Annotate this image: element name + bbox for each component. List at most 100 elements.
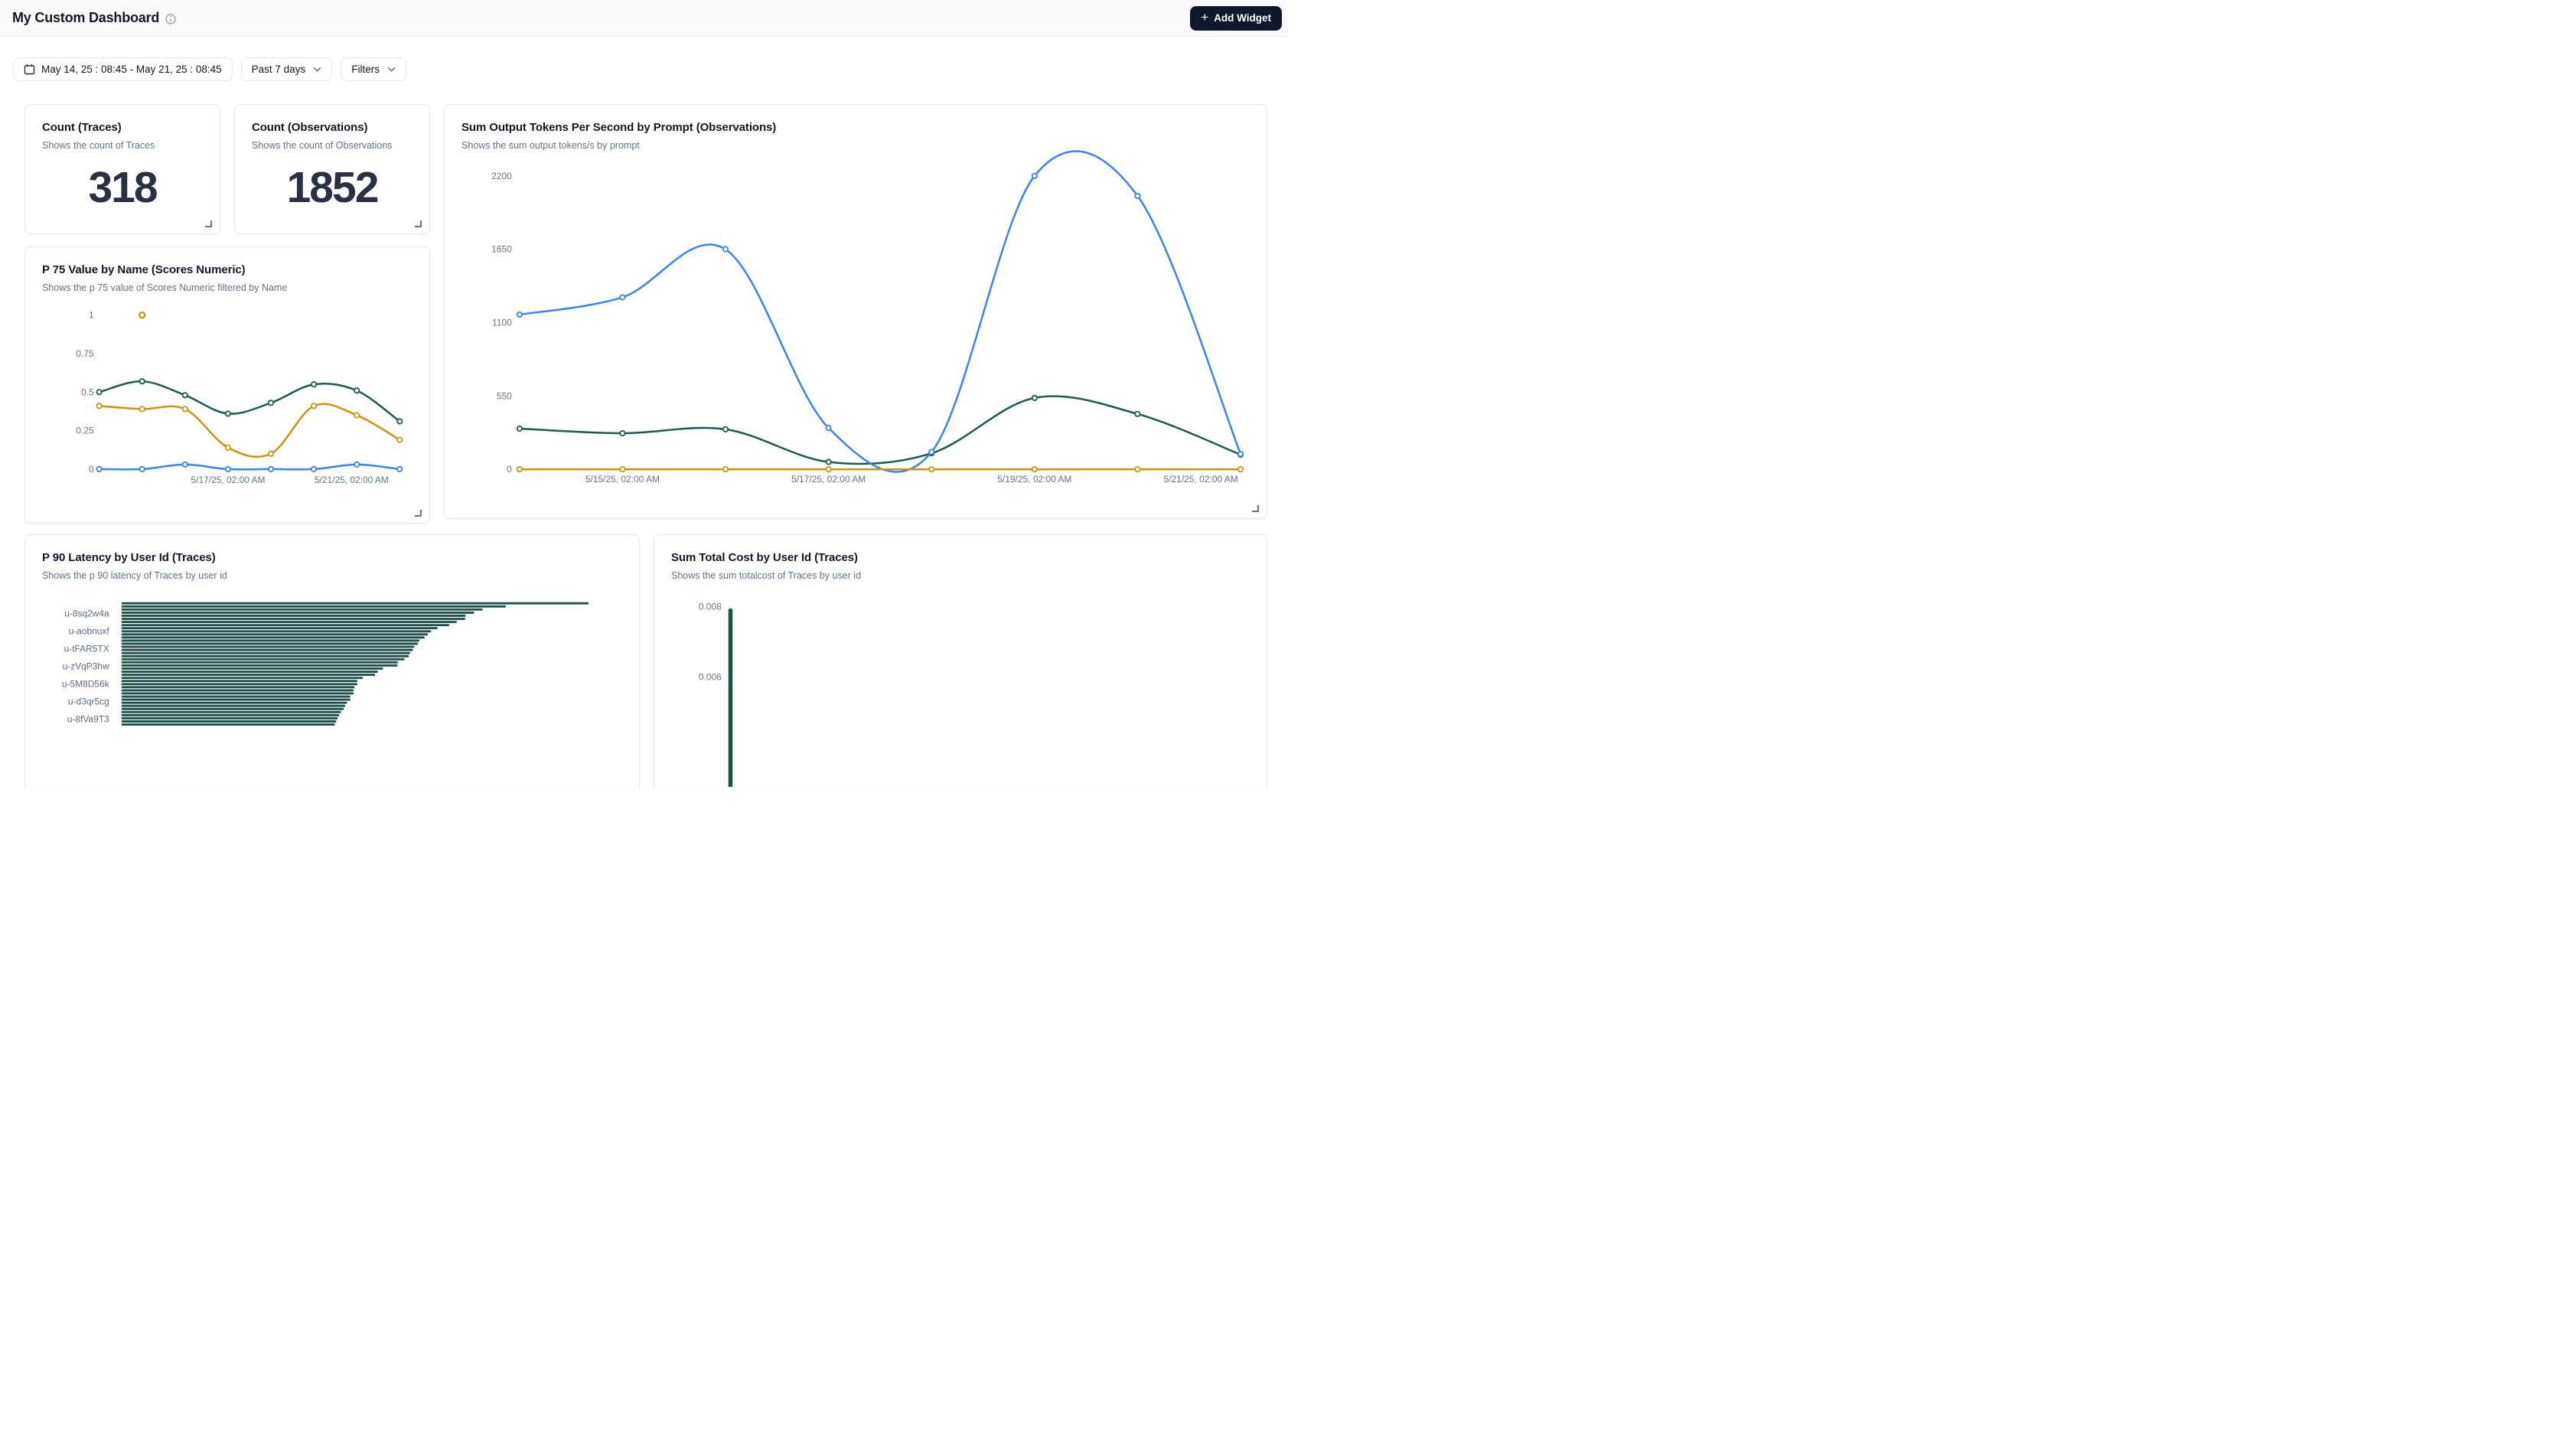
data-point-orange[interactable]: [354, 413, 359, 417]
data-point-blue[interactable]: [354, 462, 359, 467]
data-point-blue[interactable]: [826, 426, 830, 430]
latency-bar[interactable]: [122, 636, 425, 638]
p90-bar-chart[interactable]: u-8sq2w4au-aobnuxfu-tFAR5TXu-zVqP3hwu-5M…: [25, 535, 639, 787]
latency-bar[interactable]: [122, 646, 415, 648]
data-point-orange[interactable]: [620, 467, 624, 472]
data-point-blue[interactable]: [140, 467, 145, 472]
data-point-green[interactable]: [1135, 412, 1140, 416]
latency-bar[interactable]: [122, 664, 398, 667]
outlier-data-point-orange[interactable]: [139, 312, 145, 318]
data-point-green[interactable]: [354, 388, 359, 393]
latency-bar[interactable]: [122, 708, 344, 710]
data-point-green[interactable]: [620, 431, 624, 436]
resize-handle[interactable]: [1252, 505, 1259, 512]
latency-bar[interactable]: [122, 696, 351, 698]
data-point-orange[interactable]: [397, 437, 402, 442]
data-point-green[interactable]: [517, 426, 522, 431]
data-point-orange[interactable]: [929, 467, 934, 472]
data-point-green[interactable]: [311, 382, 316, 387]
cost-bar[interactable]: [729, 609, 732, 787]
latency-bar[interactable]: [122, 658, 405, 661]
data-point-green[interactable]: [723, 427, 728, 432]
data-point-orange[interactable]: [269, 452, 273, 456]
latency-bar[interactable]: [122, 671, 378, 673]
data-point-orange[interactable]: [517, 467, 522, 472]
data-point-orange[interactable]: [183, 406, 187, 411]
cost-bar-chart[interactable]: 0.0080.006: [654, 535, 1267, 787]
data-point-orange[interactable]: [826, 467, 830, 472]
latency-bar[interactable]: [122, 639, 420, 641]
data-point-orange[interactable]: [1032, 467, 1037, 472]
data-point-orange[interactable]: [723, 467, 728, 472]
data-point-blue[interactable]: [929, 449, 934, 454]
latency-bar[interactable]: [122, 624, 450, 626]
latency-bar[interactable]: [122, 714, 339, 716]
latency-bar[interactable]: [122, 723, 335, 726]
data-point-blue[interactable]: [183, 462, 187, 467]
data-point-blue[interactable]: [96, 467, 101, 472]
data-point-orange[interactable]: [226, 445, 230, 450]
y-axis-tick-label: 0.5: [81, 387, 94, 397]
latency-bar[interactable]: [122, 649, 413, 651]
data-point-orange[interactable]: [96, 403, 101, 408]
latency-bar[interactable]: [122, 699, 351, 701]
data-point-orange[interactable]: [1135, 467, 1140, 472]
latency-bar[interactable]: [122, 655, 409, 658]
latency-bar[interactable]: [122, 702, 347, 704]
data-point-blue[interactable]: [1135, 194, 1140, 198]
latency-bar[interactable]: [122, 705, 345, 707]
data-point-orange[interactable]: [1238, 467, 1243, 472]
data-point-orange[interactable]: [311, 403, 316, 408]
latency-bar[interactable]: [122, 711, 341, 713]
data-point-green[interactable]: [1032, 396, 1037, 400]
data-point-green[interactable]: [826, 459, 830, 464]
data-point-blue[interactable]: [311, 467, 316, 472]
resize-handle[interactable]: [415, 220, 422, 227]
p75-line-chart[interactable]: 00.250.50.7515/17/25, 02:00 AM5/21/25, 0…: [25, 247, 429, 524]
latency-bar[interactable]: [122, 693, 354, 695]
data-point-blue[interactable]: [226, 467, 230, 472]
latency-bar[interactable]: [122, 602, 589, 605]
latency-bar[interactable]: [122, 667, 383, 670]
latency-bar[interactable]: [122, 621, 457, 623]
resize-handle[interactable]: [205, 220, 212, 227]
latency-bar[interactable]: [122, 612, 474, 614]
latency-bar[interactable]: [122, 674, 375, 676]
latency-bar[interactable]: [122, 661, 398, 664]
y-axis-tick-label: 0.008: [699, 601, 722, 612]
latency-bar[interactable]: [122, 686, 355, 688]
latency-bar[interactable]: [122, 652, 410, 654]
latency-bar[interactable]: [122, 609, 483, 611]
latency-bar[interactable]: [122, 717, 338, 720]
data-point-blue[interactable]: [620, 295, 624, 299]
data-point-green[interactable]: [96, 390, 101, 394]
latency-bar[interactable]: [122, 618, 465, 620]
data-point-blue[interactable]: [723, 246, 728, 251]
latency-bar[interactable]: [122, 683, 357, 685]
latency-bar[interactable]: [122, 689, 354, 691]
data-point-green[interactable]: [183, 393, 187, 397]
data-point-green[interactable]: [397, 419, 402, 423]
data-point-orange[interactable]: [140, 406, 145, 411]
latency-bar[interactable]: [122, 643, 419, 645]
data-point-blue[interactable]: [1238, 452, 1243, 456]
data-point-green[interactable]: [140, 379, 145, 383]
latency-bar[interactable]: [122, 615, 466, 617]
y-axis-tick-label: 1: [89, 310, 94, 321]
data-point-blue[interactable]: [397, 467, 402, 472]
data-point-blue[interactable]: [517, 312, 522, 317]
data-point-green[interactable]: [269, 400, 273, 405]
data-point-blue[interactable]: [269, 467, 273, 472]
latency-bar[interactable]: [122, 720, 337, 723]
latency-bar[interactable]: [122, 630, 432, 632]
latency-bar[interactable]: [122, 605, 506, 608]
latency-bar[interactable]: [122, 633, 428, 635]
y-axis-tick-label: 2200: [491, 171, 512, 181]
resize-handle[interactable]: [415, 510, 422, 517]
latency-bar[interactable]: [122, 677, 364, 679]
tokens-line-chart[interactable]: 05501100165022005/15/25, 02:00 AM5/17/25…: [445, 105, 1267, 519]
latency-bar[interactable]: [122, 627, 438, 629]
latency-bar[interactable]: [122, 680, 357, 682]
data-point-green[interactable]: [226, 411, 230, 416]
data-point-blue[interactable]: [1032, 174, 1037, 178]
